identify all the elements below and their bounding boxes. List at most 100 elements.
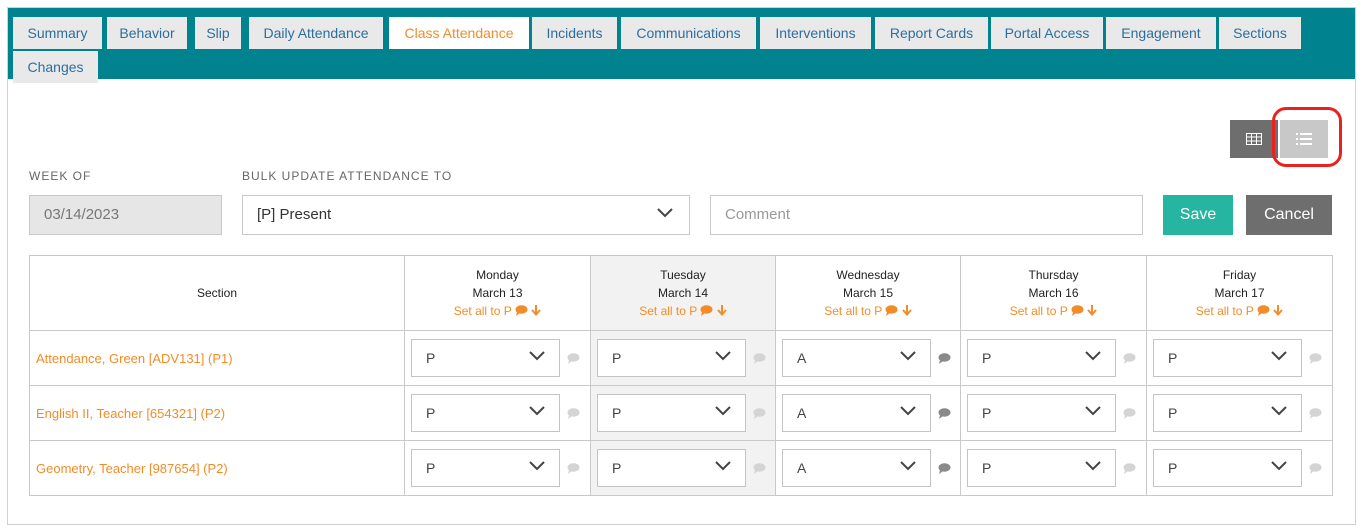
comment-icon[interactable] (1309, 463, 1322, 474)
section-column-header: Section (29, 255, 405, 331)
table-row: Geometry, Teacher [987654] (P2) P P A P P (29, 440, 1333, 496)
arrow-down-icon (1087, 305, 1097, 316)
comment-icon[interactable] (1309, 408, 1322, 419)
attendance-select[interactable]: A (782, 394, 931, 432)
attendance-table: Section Monday March 13 Set all to P Tuesd… (29, 255, 1333, 496)
chevron-down-icon (529, 406, 545, 416)
tab-communications[interactable]: Communications (621, 17, 756, 49)
comment-icon[interactable] (938, 353, 951, 364)
save-button[interactable]: Save (1163, 195, 1233, 235)
attendance-cell-inner: P (591, 386, 775, 440)
tab-daily-attendance[interactable]: Daily Attendance (249, 17, 383, 49)
comment-icon[interactable] (938, 408, 951, 419)
comment-icon[interactable] (567, 463, 580, 474)
day-column-header: Friday March 17 Set all to P (1146, 255, 1333, 331)
comment-input[interactable]: Comment (710, 195, 1143, 235)
section-link[interactable]: English II, Teacher [654321] (P2) (30, 406, 225, 421)
chevron-down-icon (1271, 461, 1287, 471)
day-column-header: Wednesday March 15 Set all to P (775, 255, 961, 331)
attendance-select[interactable]: P (597, 449, 746, 487)
set-all-link[interactable]: Set all to P (1147, 302, 1332, 320)
bulk-update-label: BULK UPDATE ATTENDANCE TO (242, 169, 453, 183)
attendance-select[interactable]: P (967, 449, 1116, 487)
arrow-down-icon (531, 305, 541, 316)
comment-icon[interactable] (567, 353, 580, 364)
attendance-cell-inner: A (776, 441, 960, 495)
list-view-button[interactable] (1280, 120, 1328, 158)
tab-report-cards[interactable]: Report Cards (875, 17, 988, 49)
attendance-select[interactable]: A (782, 449, 931, 487)
attendance-select[interactable]: P (597, 394, 746, 432)
chevron-down-icon (1271, 351, 1287, 361)
section-link[interactable]: Geometry, Teacher [987654] (P2) (30, 461, 228, 476)
bulk-update-select[interactable]: [P] Present (242, 195, 690, 235)
attendance-select[interactable]: P (597, 339, 746, 377)
week-of-input[interactable]: 03/14/2023 (29, 195, 222, 235)
attendance-cell: P (590, 385, 776, 441)
tab-behavior[interactable]: Behavior (107, 17, 187, 49)
chevron-down-icon (657, 208, 673, 218)
tab-summary[interactable]: Summary (13, 17, 102, 49)
attendance-cell-inner: A (776, 386, 960, 440)
attendance-select[interactable]: A (782, 339, 931, 377)
day-column-header: Tuesday March 14 Set all to P (590, 255, 776, 331)
attendance-cell: P (1146, 330, 1333, 386)
comment-icon[interactable] (753, 463, 766, 474)
arrow-down-icon (717, 305, 727, 316)
attendance-select[interactable]: P (1153, 339, 1302, 377)
cancel-button[interactable]: Cancel (1246, 195, 1332, 235)
day-date: March 16 (1028, 286, 1079, 300)
comment-icon[interactable] (1123, 408, 1136, 419)
attendance-select[interactable]: P (411, 449, 560, 487)
comment-icon[interactable] (567, 408, 580, 419)
set-all-link[interactable]: Set all to P (961, 302, 1146, 320)
attendance-select[interactable]: P (1153, 449, 1302, 487)
attendance-value: P (1168, 350, 1178, 366)
attendance-select[interactable]: P (1153, 394, 1302, 432)
section-link[interactable]: Attendance, Green [ADV131] (P1) (30, 351, 233, 366)
attendance-cell: A (775, 385, 961, 441)
grid-view-button[interactable] (1230, 120, 1278, 158)
tab-interventions[interactable]: Interventions (760, 17, 871, 49)
tab-sections[interactable]: Sections (1219, 17, 1301, 49)
attendance-value: P (1168, 460, 1178, 476)
tab-engagement[interactable]: Engagement (1106, 17, 1216, 49)
comment-icon[interactable] (1309, 353, 1322, 364)
day-name: Thursday (1028, 268, 1079, 282)
comment-icon[interactable] (1123, 463, 1136, 474)
set-all-link[interactable]: Set all to P (776, 302, 960, 320)
comment-icon[interactable] (753, 408, 766, 419)
attendance-value: P (982, 350, 992, 366)
tab-incidents[interactable]: Incidents (532, 17, 617, 49)
attendance-select[interactable]: P (411, 394, 560, 432)
comment-icon (700, 305, 713, 316)
set-all-label: Set all to P (639, 304, 698, 318)
comment-icon[interactable] (753, 353, 766, 364)
chevron-down-icon (715, 461, 731, 471)
set-all-label: Set all to P (453, 304, 512, 318)
tab-class-attendance[interactable]: Class Attendance (389, 17, 529, 49)
week-of-label: WEEK OF (29, 169, 92, 183)
attendance-value: A (797, 405, 807, 421)
day-column-header: Monday March 13 Set all to P (404, 255, 591, 331)
attendance-cell-inner: P (405, 331, 590, 385)
tab-portal-access[interactable]: Portal Access (991, 17, 1103, 49)
attendance-value: P (1168, 405, 1178, 421)
day-name: Friday (1222, 268, 1257, 282)
table-row: English II, Teacher [654321] (P2) P P A P P (29, 385, 1333, 441)
day-date: March 14 (657, 286, 709, 300)
comment-icon[interactable] (1123, 353, 1136, 364)
chevron-down-icon (1085, 406, 1101, 416)
set-all-link[interactable]: Set all to P (405, 302, 590, 320)
attendance-select[interactable]: P (967, 339, 1116, 377)
set-all-link[interactable]: Set all to P (591, 302, 775, 320)
tab-slip[interactable]: Slip (195, 17, 241, 49)
attendance-select[interactable]: P (411, 339, 560, 377)
tab-changes[interactable]: Changes (13, 51, 98, 83)
attendance-value: P (612, 405, 622, 421)
chevron-down-icon (900, 461, 916, 471)
attendance-select[interactable]: P (967, 394, 1116, 432)
comment-icon[interactable] (938, 463, 951, 474)
attendance-value: A (797, 350, 807, 366)
attendance-cell-inner: P (1147, 386, 1332, 440)
